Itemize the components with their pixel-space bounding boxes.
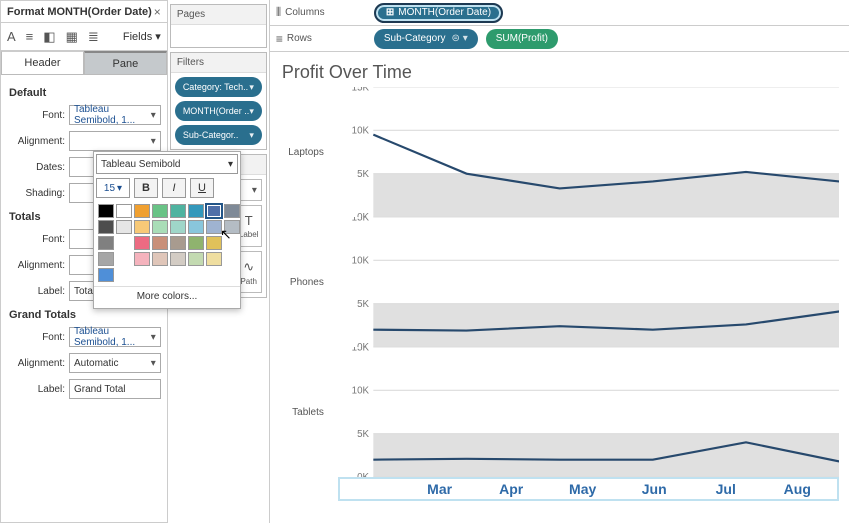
- color-swatch[interactable]: [152, 204, 168, 218]
- rows-pill-subcat[interactable]: Sub-Category⊜ ▾: [374, 29, 478, 49]
- color-swatch[interactable]: [206, 220, 222, 234]
- font-name-select[interactable]: Tableau Semibold▾: [96, 154, 238, 174]
- svg-text:10K: 10K: [352, 386, 370, 397]
- color-swatch[interactable]: [224, 220, 240, 234]
- filters-card: Filters Category: Tech..▾MONTH(Order ..▾…: [170, 52, 267, 150]
- color-swatch[interactable]: [134, 220, 150, 234]
- row-header: Laptops: [280, 87, 330, 217]
- section-grand: Grand Totals: [9, 309, 161, 321]
- color-swatch[interactable]: [98, 252, 114, 266]
- month-label: Mar: [404, 481, 476, 497]
- color-swatch[interactable]: [206, 252, 222, 266]
- row-header: Phones: [280, 217, 330, 347]
- section-default: Default: [9, 87, 161, 99]
- color-swatch[interactable]: [206, 236, 222, 250]
- grand-font-select[interactable]: Tableau Semibold, 1...▾: [69, 327, 161, 347]
- tab-header[interactable]: Header: [1, 51, 84, 75]
- color-swatch[interactable]: [152, 236, 168, 250]
- label-alignment: Alignment:: [7, 136, 69, 147]
- svg-text:5K: 5K: [357, 169, 369, 180]
- columns-shelf[interactable]: ⦀Columns ⊞MONTH(Order Date): [270, 0, 849, 26]
- grand-label-input[interactable]: Grand Total: [69, 379, 161, 399]
- viz-area: ⦀Columns ⊞MONTH(Order Date) ≡Rows Sub-Ca…: [269, 0, 849, 523]
- font-size-input[interactable]: 15▾: [96, 178, 130, 198]
- color-swatch[interactable]: [152, 252, 168, 266]
- rows-pill-profit[interactable]: SUM(Profit): [486, 29, 558, 49]
- tab-pane[interactable]: Pane: [84, 51, 167, 75]
- viz-title: Profit Over Time: [270, 52, 849, 87]
- rows-icon: ≡: [276, 32, 283, 46]
- label-dates: Dates:: [7, 162, 69, 173]
- month-label: Jun: [618, 481, 690, 497]
- pages-card: Pages: [170, 4, 267, 48]
- filter-pill[interactable]: Category: Tech..▾: [175, 77, 262, 97]
- borders-icon[interactable]: ▦: [66, 29, 78, 45]
- color-swatch[interactable]: [134, 204, 150, 218]
- color-swatch[interactable]: [116, 220, 132, 234]
- rows-shelf[interactable]: ≡Rows Sub-Category⊜ ▾ SUM(Profit): [270, 26, 849, 52]
- fields-dropdown[interactable]: Fields ▾: [123, 30, 161, 43]
- svg-text:5K: 5K: [357, 429, 369, 440]
- color-swatch[interactable]: [170, 220, 186, 234]
- color-swatch[interactable]: [134, 236, 150, 250]
- x-axis-highlight: MarAprMayJunJulAug: [338, 477, 839, 501]
- grand-alignment-select[interactable]: Automatic▾: [69, 353, 161, 373]
- month-label: May: [547, 481, 619, 497]
- color-swatch[interactable]: [98, 204, 114, 218]
- color-swatch[interactable]: [170, 236, 186, 250]
- color-swatch[interactable]: [206, 204, 222, 218]
- close-icon[interactable]: ×: [154, 5, 161, 19]
- month-label: Apr: [475, 481, 547, 497]
- align-icon[interactable]: ≡: [26, 29, 34, 45]
- month-label: Aug: [762, 481, 834, 497]
- svg-text:15K: 15K: [352, 347, 370, 353]
- font-a-icon[interactable]: A: [7, 29, 16, 45]
- format-title: Format MONTH(Order Date): [7, 6, 152, 18]
- bold-button[interactable]: B: [134, 178, 158, 198]
- color-swatch[interactable]: [188, 236, 204, 250]
- month-label: Jul: [690, 481, 762, 497]
- label-shading: Shading:: [7, 188, 69, 199]
- font-popup: Tableau Semibold▾ 15▾ B I U More colors.…: [93, 151, 241, 309]
- filter-pill[interactable]: MONTH(Order ..▾: [175, 101, 262, 121]
- svg-text:15K: 15K: [352, 87, 370, 93]
- svg-text:10K: 10K: [352, 126, 370, 137]
- svg-text:15K: 15K: [352, 217, 370, 223]
- default-font-select[interactable]: Tableau Semibold, 1...▾: [69, 105, 161, 125]
- format-panel: Format MONTH(Order Date) × A ≡ ◧ ▦ ≣ Fie…: [0, 0, 168, 523]
- default-alignment-select[interactable]: ▾: [69, 131, 161, 151]
- row-header: Tablets: [280, 347, 330, 477]
- color-swatch[interactable]: [224, 204, 240, 218]
- italic-button[interactable]: I: [162, 178, 186, 198]
- color-swatch[interactable]: [98, 236, 114, 250]
- color-swatch[interactable]: [98, 268, 114, 282]
- columns-icon: ⦀: [276, 5, 281, 20]
- label-font: Font:: [7, 110, 69, 121]
- filter-pill[interactable]: Sub-Categor..▾: [175, 125, 262, 145]
- columns-pill[interactable]: ⊞MONTH(Order Date): [374, 3, 503, 23]
- svg-text:5K: 5K: [357, 299, 369, 310]
- svg-text:10K: 10K: [352, 256, 370, 267]
- color-swatch[interactable]: [116, 204, 132, 218]
- color-swatch[interactable]: [152, 220, 168, 234]
- color-swatch[interactable]: [188, 252, 204, 266]
- color-swatch[interactable]: [170, 252, 186, 266]
- underline-button[interactable]: U: [190, 178, 214, 198]
- color-swatch[interactable]: [98, 220, 114, 234]
- more-colors-link[interactable]: More colors...: [94, 286, 240, 308]
- shade-icon[interactable]: ◧: [43, 29, 55, 45]
- color-swatch[interactable]: [170, 204, 186, 218]
- color-swatch[interactable]: [134, 252, 150, 266]
- lines-icon[interactable]: ≣: [88, 29, 99, 45]
- color-swatch[interactable]: [188, 204, 204, 218]
- color-swatch[interactable]: [188, 220, 204, 234]
